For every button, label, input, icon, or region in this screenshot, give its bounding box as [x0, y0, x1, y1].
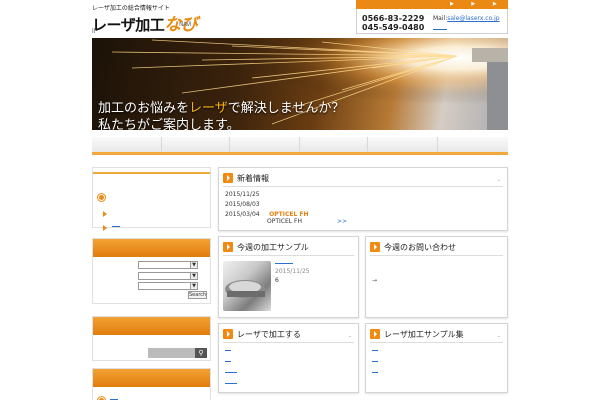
news-panel: 新着情報 ⌄ 2015/11/25 2015/08/03 2015/03/04 … [218, 167, 508, 231]
sample-link-line[interactable] [275, 263, 293, 264]
sample-collection-panel: レーザ加工サンプル集 ⌄ [365, 323, 508, 393]
news-item-3[interactable]: 2015/03/04 OPTICEL FH [225, 211, 309, 218]
sidebar-search-header [93, 239, 210, 257]
chevron-right-icon[interactable]: ⌄ [497, 177, 501, 183]
process-link-4[interactable] [225, 383, 237, 384]
mail-link[interactable]: sale@laserx.co.jp [447, 15, 499, 22]
process-link-2[interactable] [225, 361, 231, 362]
mail-sub-link[interactable] [433, 29, 447, 30]
sidebar-bottom-header [93, 369, 210, 387]
search-select-3[interactable]: ▼ [138, 282, 198, 290]
news-date: 2015/08/03 [225, 201, 260, 208]
sample-date: 2015/11/25 [275, 268, 310, 275]
collection-title: レーザ加工サンプル集 [384, 330, 464, 339]
weekly-inquiry-panel: 今週のお問い合わせ → [365, 236, 508, 318]
process-link-1[interactable] [225, 350, 231, 351]
play-icon [370, 242, 380, 252]
sidebar-bottom-box [92, 368, 211, 400]
news-item-3-text: OPTICEL FH [267, 218, 302, 225]
nav-item-4[interactable] [300, 137, 368, 152]
collection-link-3[interactable] [372, 372, 378, 373]
sidebar-keyword-header [93, 317, 210, 335]
news-date: 2015/03/04 [225, 211, 260, 218]
play-icon [223, 329, 233, 339]
sidebar-bottom-item[interactable] [98, 389, 119, 400]
chevron-down-icon: ▼ [190, 273, 197, 279]
search-select-2[interactable]: ▼ [138, 272, 198, 280]
play-icon [370, 329, 380, 339]
news-tag: OPTICEL FH [269, 211, 309, 218]
collection-link-1[interactable] [372, 350, 378, 351]
inquiry-arrow[interactable]: → [372, 277, 377, 284]
collection-link-2[interactable] [372, 361, 378, 362]
chevron-down-icon: ▼ [190, 283, 197, 289]
phone-number-2: 045-549-0480 [362, 23, 425, 32]
logo-sub: NAVI [179, 21, 192, 28]
site-logo[interactable]: レーザ加工なび NAVI [92, 10, 198, 35]
mail-line: Mail:sale@laserx.co.jp [433, 15, 500, 22]
sample-title: 今週の加工サンプル [237, 243, 309, 252]
hero-headline-2: 私たちがご案内します。 [98, 118, 240, 130]
weekly-sample-panel: 今週の加工サンプル 2015/11/25 6 [218, 236, 359, 318]
laser-process-panel: レーザで加工する ⌄ [218, 323, 359, 393]
keyword-search-input[interactable] [148, 348, 195, 358]
process-panel-header: レーザで加工する ⌄ [223, 329, 354, 343]
sample-panel-header: 今週の加工サンプル [223, 242, 354, 256]
search-select-1[interactable]: ▼ [138, 261, 198, 269]
news-panel-header: 新着情報 ⌄ [223, 173, 503, 187]
nav-item-5[interactable] [368, 137, 438, 152]
play-icon [223, 173, 233, 183]
nav-item-3[interactable] [230, 137, 300, 152]
header-small-mark: ll [92, 28, 96, 35]
metal-part-graphic [225, 280, 265, 298]
news-date: 2015/11/25 [225, 191, 260, 198]
sidebar-menu-item-3[interactable] [103, 216, 121, 235]
chevron-down-icon[interactable]: ⌄ [497, 333, 501, 339]
sidebar-keyword-box: ⚲ [92, 316, 211, 361]
arrow-icon [103, 225, 107, 231]
logo-text: レーザ加工 [92, 16, 165, 34]
play-icon [223, 242, 233, 252]
sidebar-search-box: ▼ ▼ ▼ Search [92, 238, 211, 304]
sample-num: 6 [275, 277, 279, 284]
news-item-1[interactable]: 2015/11/25 [225, 191, 260, 198]
nav-item-6[interactable] [438, 137, 508, 152]
global-nav [92, 137, 508, 155]
search-button[interactable]: Search [188, 291, 207, 299]
nav-item-1[interactable] [92, 137, 162, 152]
magnifier-icon[interactable]: ⚲ [195, 348, 207, 358]
sample-product-image[interactable] [223, 261, 271, 311]
news-title: 新着情報 [237, 174, 269, 183]
mail-label: Mail: [433, 15, 448, 22]
sidebar-link[interactable] [112, 226, 121, 227]
process-title: レーザで加工する [237, 330, 301, 339]
inquiry-panel-header: 今週のお問い合わせ [370, 242, 503, 256]
nav-item-2[interactable] [162, 137, 230, 152]
news-item-2[interactable]: 2015/08/03 [225, 201, 260, 208]
inquiry-title: 今週のお問い合わせ [384, 243, 456, 252]
chevron-down-icon: ▼ [190, 262, 197, 268]
process-link-3[interactable] [225, 372, 237, 373]
sidebar-menu-box [92, 167, 211, 231]
site-header: レーザ加工の総合情報サイト レーザ加工なび NAVI ll ▶ ▶ ▶ 0566… [0, 0, 600, 38]
collection-panel-header: レーザ加工サンプル集 ⌄ [370, 329, 503, 343]
chevron-down-icon[interactable]: ⌄ [348, 333, 352, 339]
hero-text-b: で解決しませんか？ [227, 101, 345, 116]
hero-banner: 加工のお悩みをレーザで解決しませんか？ 私たちがご案内します。 [92, 38, 508, 130]
bullet-icon [98, 194, 105, 201]
phone-number-1: 0566-83-2229 [362, 14, 425, 23]
news-more-link[interactable]: >> [337, 218, 347, 225]
sidebar-menu-header [93, 168, 210, 174]
contact-arrows[interactable]: ▶ ▶ ▶ [450, 0, 505, 9]
